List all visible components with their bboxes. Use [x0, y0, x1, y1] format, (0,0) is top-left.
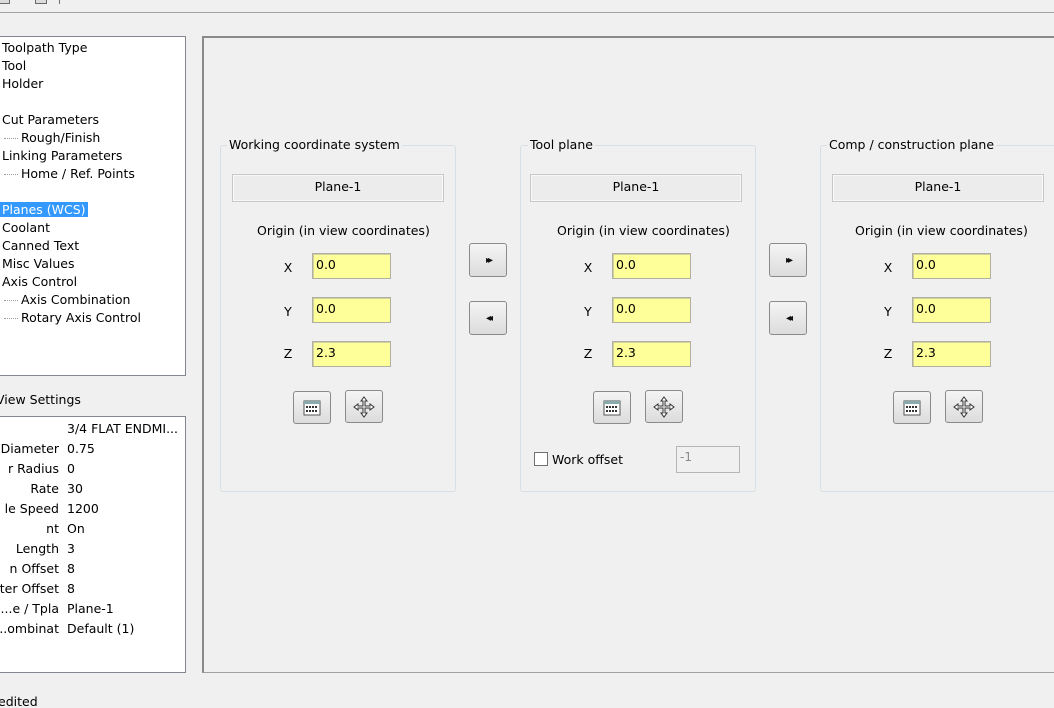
wcs-group-title: Working coordinate system [227, 137, 402, 152]
copy-back-button[interactable]: ◂◂ [469, 301, 507, 335]
view-settings-label: View Settings [0, 392, 81, 407]
toolbar-icon[interactable] [35, 0, 47, 4]
copy-forward-button[interactable]: ▸▸ [769, 243, 807, 277]
comp-move-origin-button[interactable] [945, 390, 983, 423]
wcs-origin-label: Origin (in view coordinates) [257, 223, 430, 238]
list-item: Diameter 0.75 [0, 441, 95, 456]
comp-y-label: Y [884, 304, 892, 319]
status-text: edited [0, 694, 38, 708]
toolbar-strip: ✓ [0, 0, 1054, 13]
list-item: nt On [46, 521, 85, 536]
tool-origin-label: Origin (in view coordinates) [557, 223, 730, 238]
tool-x-label: X [583, 260, 593, 275]
parameter-tree[interactable]: Toolpath Type Tool Holder Cut Parameters… [0, 36, 186, 376]
wcs-z-field[interactable]: 2.3 [312, 341, 391, 367]
copy-back-button[interactable]: ◂◂ [769, 301, 807, 335]
tree-item-linking-parameters[interactable]: Linking Parameters [2, 148, 122, 164]
work-offset-field[interactable]: -1 [676, 446, 740, 473]
wcs-calculator-button[interactable] [293, 391, 331, 424]
toolbar-separator [59, 0, 60, 4]
comp-plane-selector[interactable]: Plane-1 [832, 174, 1044, 202]
tool-y-field[interactable]: 0.0 [612, 297, 691, 323]
move-icon [653, 395, 675, 418]
list-item: Rate 30 [30, 481, 83, 496]
list-item: n Offset 8 [9, 561, 75, 576]
tree-item-holder[interactable]: Holder [2, 76, 43, 92]
wcs-move-origin-button[interactable] [345, 390, 383, 423]
tree-item-home-ref-points[interactable]: Home / Ref. Points [4, 166, 135, 182]
comp-calculator-button[interactable] [893, 391, 931, 424]
fast-forward-icon: ▸▸ [485, 254, 493, 266]
list-item: 3/4 FLAT ENDMI... [67, 421, 178, 436]
wcs-y-field[interactable]: 0.0 [312, 297, 391, 323]
tree-item-canned-text[interactable]: Canned Text [2, 238, 79, 254]
comp-plane-group-title: Comp / construction plane [827, 137, 997, 152]
rewind-icon: ◂◂ [485, 312, 493, 324]
comp-x-field[interactable]: 0.0 [912, 253, 991, 279]
tool-z-label: Z [583, 346, 593, 361]
tree-item-misc-values[interactable]: Misc Values [2, 256, 74, 272]
calculator-icon [303, 400, 321, 415]
wcs-y-label: Y [284, 304, 292, 319]
wcs-plane-selector[interactable]: Plane-1 [232, 174, 444, 202]
view-settings-list[interactable]: 3/4 FLAT ENDMI... Diameter 0.75 r Radius 0… [0, 416, 186, 673]
tree-item-rough-finish[interactable]: Rough/Finish [3, 130, 100, 146]
tool-plane-selector[interactable]: Plane-1 [530, 174, 742, 202]
tool-z-field[interactable]: 2.3 [612, 341, 691, 367]
comp-z-field[interactable]: 2.3 [912, 341, 991, 367]
toolbar-icon[interactable] [0, 0, 10, 4]
list-item: eter Offset8 [0, 581, 75, 596]
list-item: ombinat...Default (1) [0, 621, 135, 636]
wcs-x-label: X [283, 260, 293, 275]
rewind-icon: ◂◂ [785, 312, 793, 324]
calculator-icon [603, 400, 621, 415]
tree-item-cut-parameters[interactable]: Cut Parameters [2, 112, 99, 128]
tool-y-label: Y [584, 304, 592, 319]
tree-item-axis-combination[interactable]: Axis Combination [3, 292, 130, 308]
tool-plane-group-title: Tool plane [528, 137, 595, 152]
list-item: r Radius 0 [7, 461, 75, 476]
copy-forward-button[interactable]: ▸▸ [469, 243, 507, 277]
tree-item-coolant[interactable]: Coolant [2, 220, 50, 236]
tree-item-toolpath-type[interactable]: Toolpath Type [2, 40, 87, 56]
move-icon [953, 395, 975, 418]
tree-item-planes-wcs[interactable]: Planes (WCS) [0, 202, 88, 218]
list-item: e / Tpla... Plane-1 [0, 601, 114, 616]
tree-item-rotary-axis-control[interactable]: Rotary Axis Control [4, 310, 141, 326]
calculator-icon [903, 400, 921, 415]
help-icon[interactable]: ✓ [70, 0, 78, 3]
comp-origin-label: Origin (in view coordinates) [855, 223, 1028, 238]
comp-z-label: Z [883, 346, 893, 361]
tool-calculator-button[interactable] [593, 391, 631, 424]
fast-forward-icon: ▸▸ [785, 254, 793, 266]
tool-x-field[interactable]: 0.0 [612, 253, 691, 279]
comp-x-label: X [883, 260, 893, 275]
list-item: Length 3 [15, 541, 75, 556]
list-item: le Speed 1200 [4, 501, 99, 516]
wcs-z-label: Z [283, 346, 293, 361]
tree-item-tool[interactable]: Tool [2, 58, 26, 74]
work-offset-checkbox[interactable] [534, 452, 548, 466]
work-offset-label: Work offset [552, 452, 623, 467]
comp-y-field[interactable]: 0.0 [912, 297, 991, 323]
move-icon [353, 395, 375, 418]
tree-item-axis-control[interactable]: Axis Control [2, 274, 77, 290]
tool-move-origin-button[interactable] [645, 390, 683, 423]
wcs-x-field[interactable]: 0.0 [312, 253, 391, 279]
